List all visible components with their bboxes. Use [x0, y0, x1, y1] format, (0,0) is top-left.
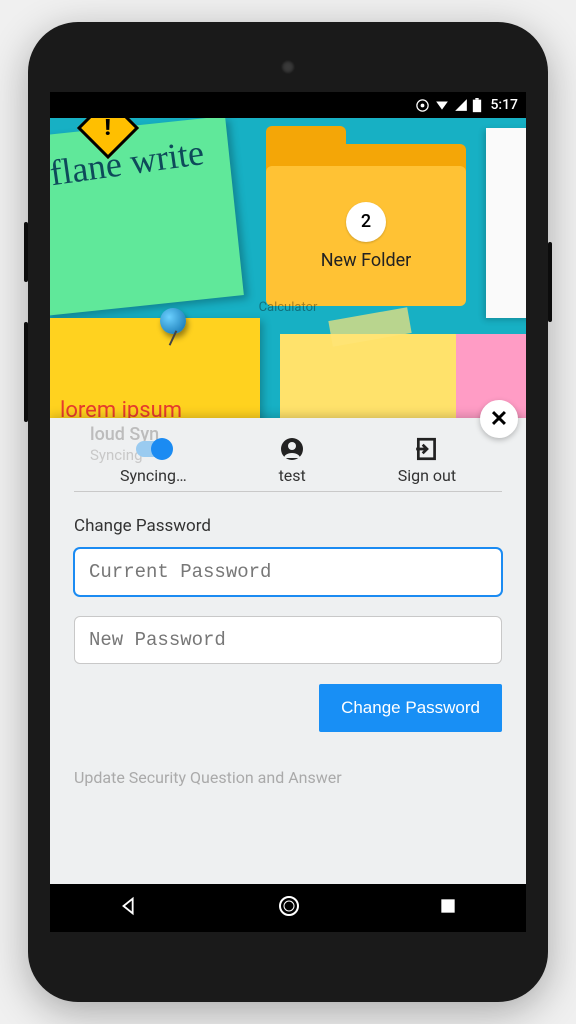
form-heading: Change Password [74, 516, 502, 536]
tab-signout-label: Sign out [398, 466, 456, 485]
current-password-input[interactable] [74, 548, 502, 596]
android-nav-bar [50, 884, 526, 932]
tab-signout[interactable]: Sign out [398, 436, 456, 485]
battery-icon [472, 98, 482, 113]
status-bar: 5:17 [50, 92, 526, 118]
nav-back-button[interactable] [118, 895, 140, 921]
wifi-icon [434, 98, 450, 112]
target-icon [415, 98, 430, 113]
tab-user-label: test [279, 466, 306, 485]
status-time: 5:17 [490, 97, 518, 113]
sync-toggle-icon [136, 441, 170, 457]
settings-sheet: loud Syn Syncing ✕ Syncing… test [50, 418, 526, 884]
handwriting: flane write [50, 135, 211, 189]
folder-item[interactable]: 2 New Folder [266, 126, 466, 306]
sticky-note-green[interactable]: flane write [50, 118, 244, 316]
update-security-question-link[interactable]: Update Security Question and Answer [74, 732, 502, 787]
pushpin-icon [160, 308, 196, 344]
change-password-form: Change Password Change Password Update S… [50, 492, 526, 811]
user-icon [280, 436, 304, 462]
folder-label: New Folder [321, 250, 412, 271]
sheet-tabs: Syncing… test Sign out [74, 436, 502, 492]
tab-sync[interactable]: Syncing… [120, 436, 187, 485]
close-icon: ✕ [490, 407, 508, 432]
nav-recent-button[interactable] [438, 896, 458, 920]
cell-icon [454, 98, 468, 112]
tab-user[interactable]: test [279, 436, 306, 485]
paper [486, 128, 526, 318]
nav-home-button[interactable] [277, 894, 301, 922]
close-button[interactable]: ✕ [480, 400, 518, 438]
new-password-input[interactable] [74, 616, 502, 664]
folder-count-badge: 2 [346, 202, 386, 242]
app-background: flane write ! 2 New Folder Calculator lo… [50, 118, 526, 884]
signout-icon [414, 436, 440, 462]
tab-sync-label: Syncing… [120, 466, 187, 485]
change-password-button[interactable]: Change Password [319, 684, 502, 732]
